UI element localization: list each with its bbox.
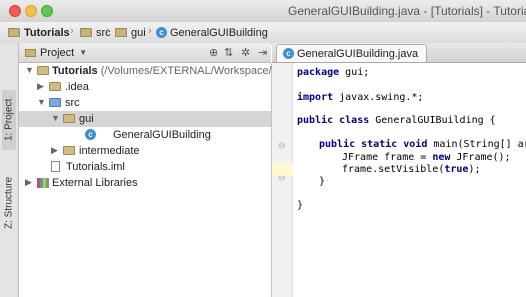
code-line: public class GeneralGUIBuilding { (297, 115, 496, 126)
expanded-arrow-icon[interactable]: ▼ (37, 97, 46, 107)
hide-panel-icon[interactable]: ⇥ (258, 46, 267, 59)
close-window-button[interactable] (9, 5, 21, 17)
breadcrumb: Tutorials › src › gui › c GeneralGUIBuil… (0, 22, 526, 44)
project-tree: ▼ Tutorials (/Volumes/EXTERNAL/Workspace… (19, 63, 278, 297)
tool-window-strip: 1: Project Z: Structure (0, 43, 19, 297)
folder-icon (8, 28, 20, 37)
project-tool-tab[interactable]: 1: Project (2, 90, 16, 150)
folder-icon (80, 28, 92, 37)
tab-generalguibuilding-java[interactable]: c GeneralGUIBuilding.java (276, 44, 428, 62)
package-icon (63, 114, 75, 123)
folder-icon (49, 82, 61, 91)
breadcrumb-separator: › (106, 25, 110, 37)
zoom-window-button[interactable] (41, 5, 53, 17)
tree-item-gui[interactable]: ▼ gui (19, 111, 271, 127)
chevron-down-icon: ▼ (79, 48, 88, 57)
libraries-icon (37, 178, 49, 188)
tree-item-idea[interactable]: ▶ .idea (19, 79, 271, 95)
expanded-arrow-icon[interactable]: ▼ (51, 113, 60, 123)
code-line: package gui; (297, 67, 370, 78)
window-title: GeneralGUIBuilding.java - [Tutorials] - … (288, 4, 526, 18)
code-line: } (297, 200, 304, 211)
editor-tab-bar: c GeneralGUIBuilding.java (272, 43, 526, 63)
code-line: } (319, 176, 326, 187)
editor-gutter[interactable]: ⊖ ⊖ (272, 63, 293, 297)
breadcrumb-item-gui[interactable]: gui (115, 25, 146, 40)
breadcrumb-separator: › (148, 25, 152, 37)
expanded-arrow-icon[interactable]: ▼ (25, 65, 34, 75)
tree-item-generalguibuilding[interactable]: c GeneralGUIBuilding (19, 127, 271, 143)
tree-item-external-libraries[interactable]: ▶ External Libraries (19, 175, 271, 191)
source-folder-icon (49, 98, 61, 107)
project-view-dropdown[interactable]: Project ▼ (25, 45, 87, 60)
fold-marker-icon[interactable]: ⊖ (278, 141, 286, 151)
code-line: JFrame frame = new JFrame(); (342, 152, 511, 163)
package-icon (63, 146, 75, 155)
folder-icon (115, 28, 127, 37)
folder-icon (25, 48, 36, 57)
breadcrumb-item-tutorials[interactable]: Tutorials (8, 25, 70, 40)
class-icon: c (85, 129, 96, 140)
collapsed-arrow-icon[interactable]: ▶ (37, 81, 44, 92)
structure-tool-tab[interactable]: Z: Structure (2, 167, 16, 239)
window-titlebar: GeneralGUIBuilding.java - [Tutorials] - … (0, 0, 526, 23)
module-folder-icon (37, 66, 49, 75)
sync-icon[interactable]: ⊕ (209, 46, 218, 59)
gear-icon[interactable]: ✲ (241, 46, 250, 59)
collapse-all-icon[interactable]: ⇅ (224, 46, 233, 59)
code-editor[interactable]: package gui; import javax.swing.*; publi… (293, 63, 526, 297)
tree-item-tutorials[interactable]: ▼ Tutorials (/Volumes/EXTERNAL/Workspace… (19, 63, 278, 79)
collapsed-arrow-icon[interactable]: ▶ (25, 177, 32, 188)
class-icon: c (156, 27, 167, 38)
minimize-window-button[interactable] (25, 5, 37, 17)
class-icon: c (283, 48, 294, 59)
tree-item-src[interactable]: ▼ src (19, 95, 271, 111)
tree-item-tutorials-iml[interactable]: Tutorials.iml (19, 159, 271, 175)
tree-item-intermediate[interactable]: ▶ intermediate (19, 143, 271, 159)
project-panel-header: Project ▼ ⊕ ⇅ ✲ ⇥ (19, 43, 271, 63)
collapsed-arrow-icon[interactable]: ▶ (51, 145, 58, 156)
breadcrumb-item-class[interactable]: c GeneralGUIBuilding (156, 25, 268, 40)
breadcrumb-separator: › (70, 25, 74, 37)
file-icon (51, 161, 60, 172)
code-line: import javax.swing.*; (297, 92, 424, 103)
code-line: public static void main(String[] arg (319, 139, 526, 150)
code-line: frame.setVisible(true); (342, 164, 481, 175)
